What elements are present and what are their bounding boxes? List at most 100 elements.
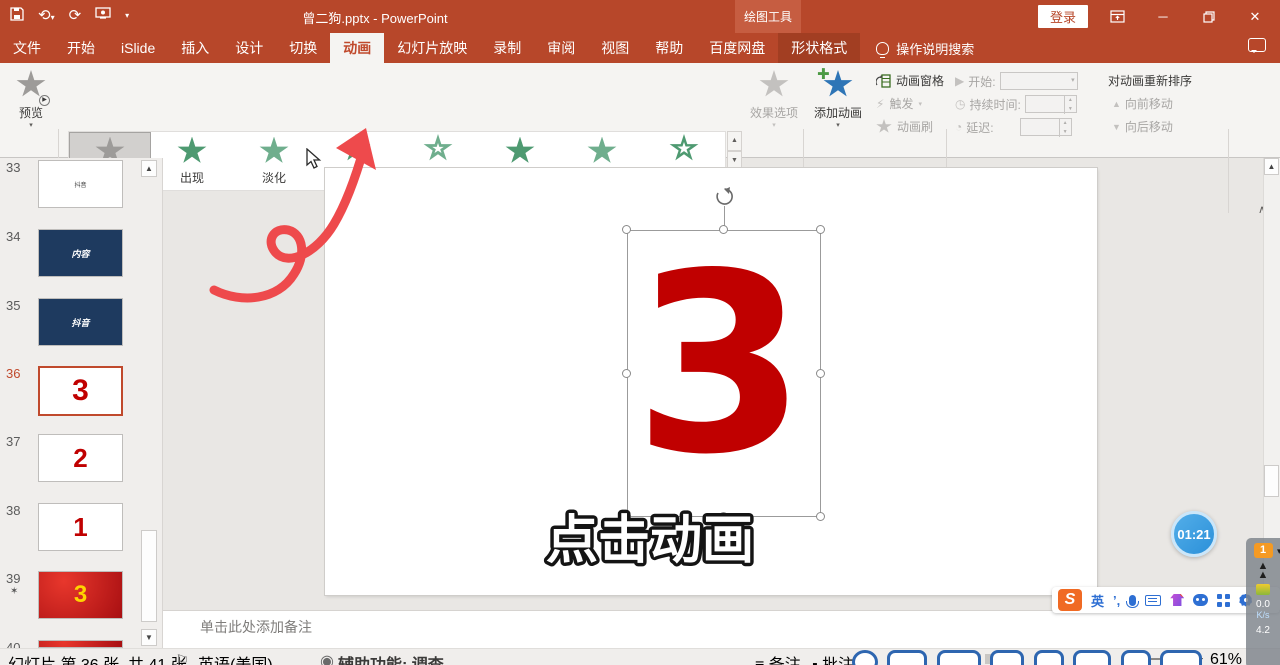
customize-qat-icon[interactable]: ▾ [125,11,129,20]
animation-appear[interactable]: 出现 [151,132,233,190]
slide-thumbnail-39[interactable]: 3 [38,571,123,619]
rotate-handle-icon[interactable] [714,186,735,212]
slide-number-39: 39 [6,571,20,586]
lightbulb-icon [876,42,889,55]
slide-thumbnail-34[interactable]: 内容 [38,229,123,277]
tab-slideshow[interactable]: 幻灯片放映 [384,33,480,63]
tab-animations-active[interactable]: 动画 [330,33,384,63]
tab-review[interactable]: 审阅 [534,33,588,63]
timing-duration: ◷ 持续时间: ▲▼ [955,95,1077,113]
slide-number-37: 37 [6,434,20,449]
tab-file[interactable]: 文件 [0,33,54,63]
add-animation-button[interactable]: ✚ 添加动画 ▾ [808,70,868,129]
close-button[interactable]: ✕ [1238,0,1272,33]
delay-spinner[interactable]: ▲▼ [1020,118,1072,136]
animation-pane-button[interactable]: 动画窗格 [876,72,944,89]
slide-counter: 幻灯片 第 36 张, 共 41 张 [8,651,187,665]
animation-indicator-icon: ✶ [10,586,18,597]
notes-placeholder[interactable]: 单击此处添加备注 [200,617,312,637]
slide-thumbnail-35[interactable]: 抖音 [38,298,123,346]
comments-toggle-button[interactable]: ▪ 批注 [812,651,854,665]
tab-home[interactable]: 开始 [54,33,108,63]
punctuation-mode-icon[interactable]: ’, [1113,593,1120,608]
slide-number-33: 33 [6,160,20,175]
canvas-scroll-thumb[interactable] [1264,465,1279,497]
proofing-icon[interactable]: ⚐ [175,651,189,665]
minimize-button[interactable]: ─ [1146,0,1180,33]
zoom-percentage[interactable]: 61% [1210,651,1242,665]
resize-handle-bottom-right[interactable] [816,512,825,521]
microphone-icon[interactable] [1129,595,1136,606]
animation-painter-button[interactable]: 动画刷 [876,118,933,135]
tab-transitions[interactable]: 切换 [276,33,330,63]
tab-islide[interactable]: iSlide [108,33,168,63]
slide-thumbnail-40[interactable] [38,640,123,648]
trigger-button[interactable]: ⚡ 触发 ▾ [876,95,922,112]
effect-options-button[interactable]: 效果选项 ▾ [748,70,800,129]
resize-handle-top-right[interactable] [816,225,825,234]
move-earlier-button[interactable]: ▲ 向前移动 [1112,95,1173,112]
login-button[interactable]: 登录 [1038,5,1088,28]
comments-icon[interactable] [1248,38,1266,52]
mouse-cursor [306,148,322,170]
restore-button[interactable] [1192,0,1226,33]
tab-shape-format[interactable]: 形状格式 [778,33,860,63]
ribbon-display-options-button[interactable] [1100,0,1134,33]
sogou-logo-icon[interactable]: S [1058,589,1082,611]
start-combobox[interactable]: ▾ [1000,72,1078,90]
thumbnail-scroll-down-icon[interactable]: ▼ [141,629,157,646]
delay-clock-icon: ◔ [955,120,962,134]
accessibility-status[interactable]: 辅助功能: 调查 [338,651,444,665]
ime-assistant-icon[interactable] [1193,594,1208,606]
gallery-scroll-up-icon[interactable]: ▲ [727,131,742,151]
slide-thumbnail-33[interactable]: 抖音 [38,160,123,208]
slide-caption-group[interactable]: 点击动画 [520,496,780,580]
reorder-animation-label: 对动画重新排序 [1108,72,1192,89]
canvas-scroll-up-icon[interactable]: ▲ [1264,158,1279,175]
upload-speed: 4.2 [1256,625,1270,636]
tab-view[interactable]: 视图 [588,33,642,63]
duration-spinner[interactable]: ▲▼ [1025,95,1077,113]
screen-timer-widget[interactable]: 01:21 [1171,511,1217,557]
ime-language-mode[interactable]: 英 [1091,591,1104,610]
notes-pane[interactable] [163,610,1280,648]
ribbon: ▶ 预览 ▾ 无 出现 淡化 ↑ 飞入 浮入 劈裂 [0,63,1280,158]
thumbnail-scrollbar[interactable]: ▲ ▼ [141,160,157,646]
tab-baidu-netdisk[interactable]: 百度网盘 [696,33,778,63]
tell-me-search[interactable]: 操作说明搜索 [876,33,974,63]
move-later-button[interactable]: ▼ 向后移动 [1112,118,1173,135]
slide-big-number[interactable]: 3 [620,240,820,500]
slide-thumbnail-38[interactable]: 1 [38,503,123,551]
slide-thumbnail-37[interactable]: 2 [38,434,123,482]
net-speed-widget[interactable]: 1 ▲▲ 0.0 K/s 4.2 [1246,538,1280,665]
resize-handle-top-left[interactable] [622,225,631,234]
thumbnail-scroll-thumb[interactable] [141,530,157,622]
preview-button[interactable]: ▶ 预览 ▾ [10,70,52,129]
animation-fade[interactable]: 淡化 [233,132,315,190]
thumbnail-scroll-up-icon[interactable]: ▲ [141,160,157,177]
tab-insert[interactable]: 插入 [168,33,222,63]
ribbon-tab-bar: 文件 开始 iSlide 插入 设计 切换 动画 幻灯片放映 录制 审阅 视图 … [0,33,1280,63]
tab-record[interactable]: 录制 [480,33,534,63]
save-icon[interactable] [10,7,24,24]
ime-toolbox-icon[interactable] [1217,594,1230,607]
window-title: 曾二狗.pptx - PowerPoint [265,8,485,27]
tab-help[interactable]: 帮助 [642,33,696,63]
update-badge[interactable]: 1 [1254,543,1273,558]
timer-value: 01:21 [1177,527,1210,542]
view-buttons[interactable] [940,651,1000,665]
undo-icon[interactable]: ⟲▾ [38,6,55,24]
slide-thumbnail-36-selected[interactable]: 3 [38,366,123,416]
preview-dropdown-icon[interactable]: ▾ [10,121,52,129]
slideshow-from-start-icon[interactable] [95,7,111,23]
zoom-in-icon[interactable]: + [1194,651,1203,665]
ime-skin-icon[interactable] [1170,594,1184,606]
slide-caption-text: 点击动画 [546,511,754,571]
widget-folder-icon[interactable] [1256,584,1270,595]
notes-toggle-button[interactable]: ≡ 备注 [755,651,801,665]
zoom-slider[interactable] [1125,658,1189,660]
tab-design[interactable]: 设计 [222,33,276,63]
redo-icon[interactable]: ⟳ [69,6,82,24]
language-status[interactable]: 英语(美国) [198,651,273,665]
soft-keyboard-icon[interactable] [1145,595,1161,606]
